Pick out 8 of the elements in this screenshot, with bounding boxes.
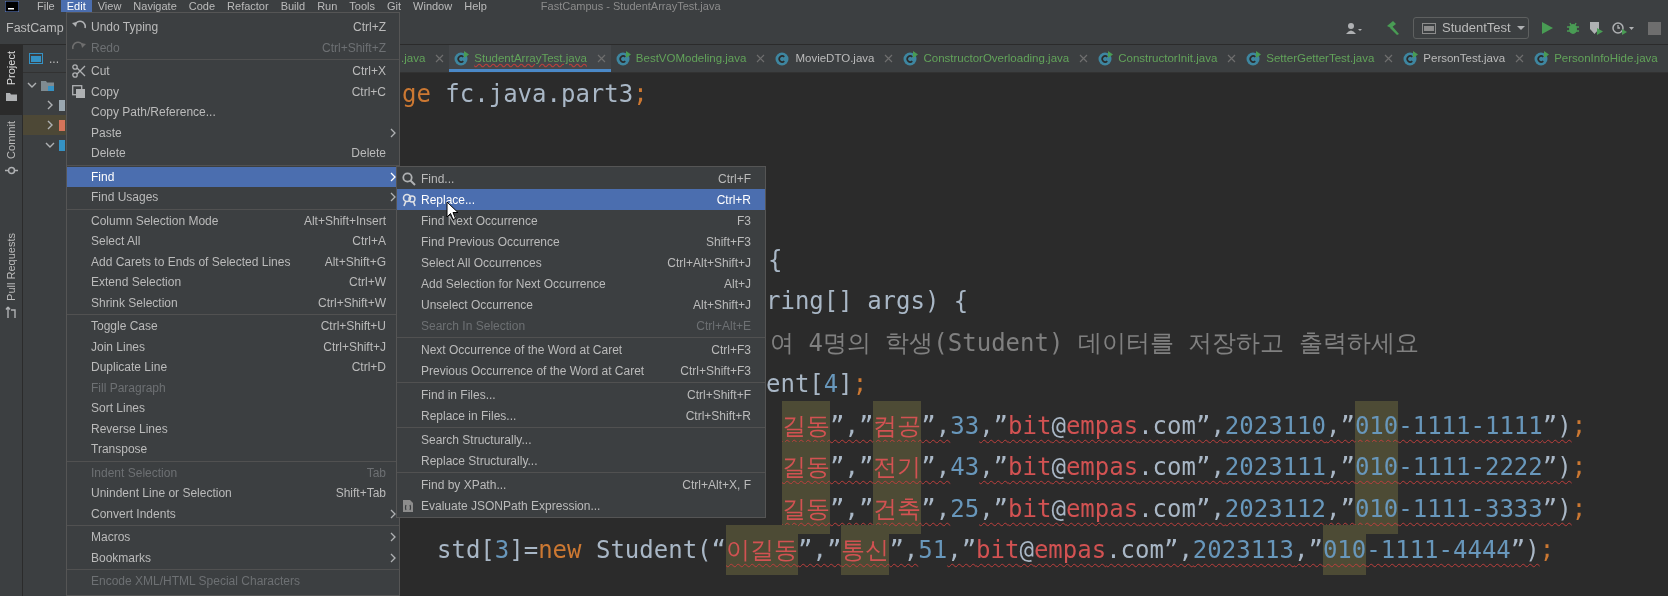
code-line: ge fc.java.part3;: [402, 78, 648, 110]
code-line: ent[4];: [766, 369, 868, 401]
code-line: 여 4명의 학생(Student) 데이터를 저장하고 출력하세요: [770, 327, 1419, 359]
code-line: {: [768, 244, 783, 276]
panel-title: ...: [49, 50, 59, 68]
code-line: ring[] args) {: [766, 286, 969, 318]
project-name: FastCamp: [6, 19, 64, 37]
window-title: FastCampus - StudentArrayTest.java: [540, 0, 721, 12]
